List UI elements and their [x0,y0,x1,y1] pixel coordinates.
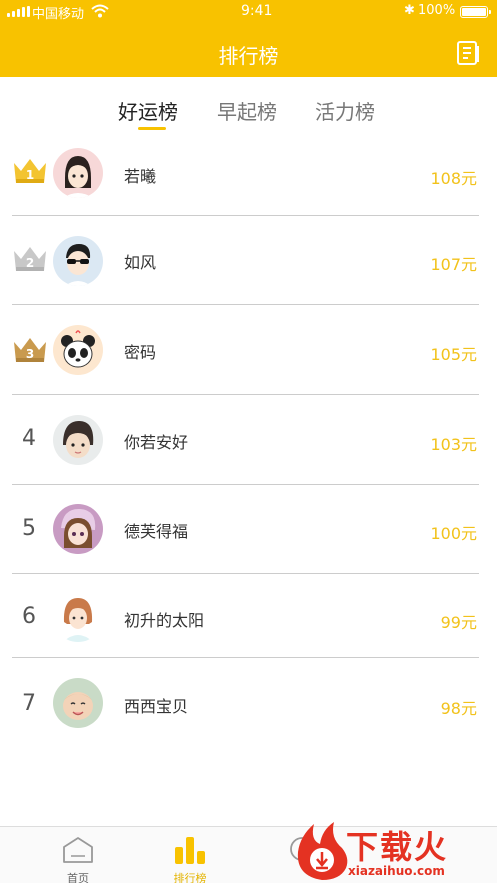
status-time: 9:41 [241,3,273,19]
avatar [53,415,103,465]
tab-vitality[interactable]: 活力榜 [315,96,375,125]
nav-ranking-label: 排行榜 [173,872,207,883]
carrier-label: 中国移动 [32,7,85,22]
user-name: 若曦 [124,167,157,186]
user-name: 密码 [124,343,157,362]
user-name: 西西宝贝 [124,697,189,716]
reward-amount: 103元 [430,435,477,454]
nav-home[interactable]: 首页 [38,827,118,883]
wifi-icon [91,4,109,18]
reward-amount: 105元 [430,345,477,364]
gold-crown-icon: 1 [14,159,46,183]
home-icon [63,837,93,863]
list-item[interactable]: 5 德芙得福 100元 [0,485,497,574]
rank-number: 2 [26,256,34,270]
app-header: 中国移动 9:41 ✱ 100% 排行榜 [0,0,497,77]
watermark-url: xiazaihuo.com [348,864,445,878]
reward-amount: 108元 [430,169,477,188]
list-item[interactable]: 7 西西宝贝 98元 [0,658,497,748]
page-title: 排行榜 [218,44,279,68]
list-item[interactable]: 6 初升的太阳 99元 [0,574,497,658]
reward-amount: 98元 [440,699,477,718]
user-name: 你若安好 [124,433,189,452]
bronze-crown-icon: 3 [14,338,46,362]
silver-crown-icon: 2 [14,247,46,271]
reward-amount: 107元 [430,255,477,274]
list-item[interactable]: 2 如风 107元 [0,216,497,305]
nav-ranking[interactable]: 排行榜 [150,827,230,883]
avatar [53,325,103,375]
rank-number: 4 [22,426,36,451]
tab-lucky[interactable]: 好运榜 [118,96,178,125]
rank-number: 1 [26,168,34,182]
user-name: 如风 [124,253,157,272]
status-bar: 中国移动 9:41 ✱ 100% [0,0,497,24]
nav-home-label: 首页 [67,872,89,883]
tab-early-rise[interactable]: 早起榜 [217,96,277,125]
avatar [53,236,103,286]
user-name: 德芙得福 [124,522,189,541]
avatar [53,504,103,554]
document-list-icon[interactable] [455,40,481,66]
list-item[interactable]: 4 你若安好 103元 [0,395,497,485]
watermark-text: 下载火 [346,828,449,866]
bar-chart-icon [175,837,205,864]
rank-number: 7 [22,691,36,716]
battery-icon [460,6,491,18]
avatar [53,678,103,728]
reward-amount: 99元 [440,613,477,632]
user-name: 初升的太阳 [124,611,205,630]
avatar [53,592,103,642]
signal-icon [7,6,30,17]
reward-amount: 100元 [430,524,477,543]
watermark: 下载火 xiazaihuo.com [292,818,497,883]
list-item[interactable]: 1 若曦 108元 [0,130,497,216]
battery-percent: 100% [418,3,456,18]
flame-logo-icon [297,822,348,880]
rank-number: 6 [22,604,36,629]
avatar [53,148,103,198]
list-item[interactable]: 3 密码 105元 [0,305,497,395]
rank-number: 5 [22,516,36,541]
rank-number: 3 [26,347,34,361]
bluetooth-icon: ✱ [404,3,415,18]
